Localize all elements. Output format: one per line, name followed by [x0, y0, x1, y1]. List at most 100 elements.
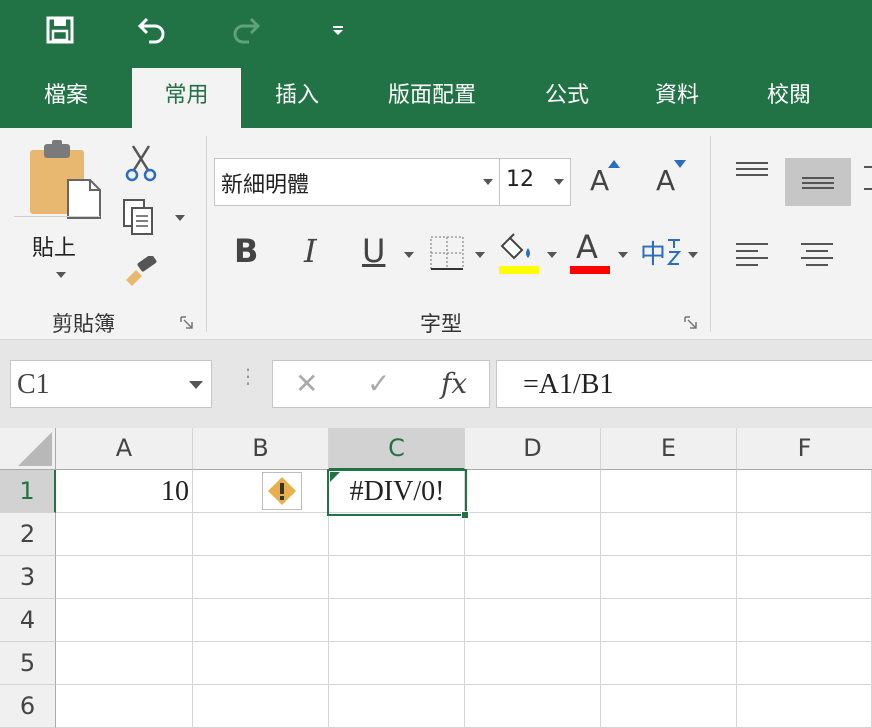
grid-cell[interactable]: [56, 599, 193, 642]
grid-cell[interactable]: [193, 685, 329, 728]
font-launcher-icon[interactable]: [684, 316, 698, 330]
grid-cell[interactable]: [601, 556, 737, 599]
format-painter-icon[interactable]: [124, 254, 160, 290]
grid-cell[interactable]: [193, 470, 329, 513]
grid-cell[interactable]: [329, 599, 465, 642]
tab-file[interactable]: 檔案: [20, 68, 112, 128]
row-header-3[interactable]: 3: [0, 556, 56, 599]
column-header-f[interactable]: F: [737, 428, 872, 470]
copy-dropdown-icon[interactable]: [175, 215, 185, 221]
grid-cell[interactable]: [737, 513, 872, 556]
grid-cell[interactable]: [601, 685, 737, 728]
select-all-button[interactable]: [0, 428, 56, 470]
font-color-glyph[interactable]: A: [576, 228, 598, 266]
warning-icon: [268, 477, 296, 505]
grid-cell[interactable]: [56, 556, 193, 599]
save-icon[interactable]: [42, 12, 78, 48]
drag-handle-icon[interactable]: ⋮: [238, 366, 258, 386]
name-box-dropdown-icon[interactable]: [189, 381, 203, 389]
borders-icon[interactable]: [430, 236, 464, 270]
column-header-b[interactable]: B: [193, 428, 329, 470]
align-center-icon[interactable]: [801, 242, 833, 266]
undo-icon[interactable]: [134, 12, 170, 48]
grid-cell[interactable]: [601, 470, 737, 513]
paste-button[interactable]: 貼上: [16, 138, 104, 278]
cell-a1[interactable]: 10: [56, 470, 193, 513]
cut-icon[interactable]: [124, 144, 160, 182]
grid-cell[interactable]: [329, 685, 465, 728]
grid-cell[interactable]: [737, 470, 872, 513]
tab-insert[interactable]: 插入: [256, 68, 338, 128]
increase-font-size-glyph: A: [590, 164, 610, 197]
copy-icon[interactable]: [122, 198, 160, 238]
clipboard-launcher-icon[interactable]: [180, 316, 194, 330]
grid-cell[interactable]: [465, 685, 601, 728]
grid-cell[interactable]: [56, 513, 193, 556]
grid-cell[interactable]: [601, 599, 737, 642]
italic-button[interactable]: I: [304, 232, 317, 270]
grid-cell[interactable]: [737, 556, 872, 599]
enter-icon[interactable]: ✓: [367, 367, 390, 400]
column-header-e[interactable]: E: [601, 428, 737, 470]
grid-cell[interactable]: [193, 556, 329, 599]
grid-cell[interactable]: [737, 685, 872, 728]
customize-qat-icon[interactable]: [320, 12, 356, 48]
row-header-1[interactable]: 1: [0, 470, 56, 513]
bold-button[interactable]: B: [234, 232, 258, 270]
grid-cell[interactable]: [465, 470, 601, 513]
tab-review[interactable]: 校閱: [748, 68, 830, 128]
phonetic-guide-icon[interactable]: 中: [640, 234, 666, 271]
grid-cell[interactable]: [465, 513, 601, 556]
insert-function-icon[interactable]: fx: [441, 367, 467, 400]
grid-cell[interactable]: [56, 685, 193, 728]
grid-cell[interactable]: [193, 642, 329, 685]
align-left-icon[interactable]: [736, 242, 768, 266]
column-header-a[interactable]: A: [56, 428, 193, 470]
font-name-dropdown-icon[interactable]: [483, 179, 493, 185]
tab-data[interactable]: 資料: [636, 68, 718, 128]
align-middle-button[interactable]: [785, 158, 851, 206]
column-header-d[interactable]: D: [465, 428, 601, 470]
grid-cell[interactable]: [465, 642, 601, 685]
fill-handle[interactable]: [461, 511, 469, 519]
font-name-combo[interactable]: 新細明體: [214, 158, 500, 206]
column-header-c[interactable]: C: [329, 428, 465, 470]
grid-cell[interactable]: [329, 556, 465, 599]
underline-button[interactable]: U: [362, 232, 385, 270]
grid-cell[interactable]: [193, 513, 329, 556]
name-box[interactable]: C1: [10, 360, 212, 408]
grid-cell[interactable]: [329, 513, 465, 556]
grid-cell[interactable]: [56, 642, 193, 685]
error-check-button[interactable]: [262, 472, 302, 510]
tab-page-layout[interactable]: 版面配置: [372, 68, 492, 128]
grid-cell[interactable]: [465, 599, 601, 642]
fill-color-dropdown-icon[interactable]: [547, 252, 557, 258]
redo-icon[interactable]: [228, 12, 264, 48]
row-header-6[interactable]: 6: [0, 685, 56, 728]
paste-dropdown-icon[interactable]: [56, 272, 66, 278]
grid-cell[interactable]: [601, 513, 737, 556]
decrease-font-size-button[interactable]: A: [654, 158, 690, 202]
row-header-2[interactable]: 2: [0, 513, 56, 556]
grid-cell[interactable]: [737, 642, 872, 685]
formula-input[interactable]: =A1/B1: [496, 360, 872, 408]
font-size-combo[interactable]: 12: [499, 158, 571, 206]
increase-font-size-button[interactable]: A: [588, 158, 624, 202]
grid-cell[interactable]: [737, 599, 872, 642]
underline-dropdown-icon[interactable]: [404, 252, 414, 258]
grid-cell[interactable]: [601, 642, 737, 685]
grid-cell[interactable]: [329, 642, 465, 685]
row-header-4[interactable]: 4: [0, 599, 56, 642]
grid-cell[interactable]: [465, 556, 601, 599]
row-header-5[interactable]: 5: [0, 642, 56, 685]
font-color-dropdown-icon[interactable]: [618, 252, 628, 258]
align-top-icon[interactable]: [736, 160, 768, 180]
font-size-dropdown-icon[interactable]: [554, 179, 564, 185]
tab-home[interactable]: 常用: [132, 68, 241, 128]
tab-formulas[interactable]: 公式: [526, 68, 608, 128]
grid-cell[interactable]: [193, 599, 329, 642]
phonetic-dropdown-icon[interactable]: [688, 252, 698, 258]
cancel-icon[interactable]: ✕: [295, 367, 318, 400]
borders-dropdown-icon[interactable]: [475, 252, 485, 258]
fill-color-icon[interactable]: [500, 232, 540, 264]
